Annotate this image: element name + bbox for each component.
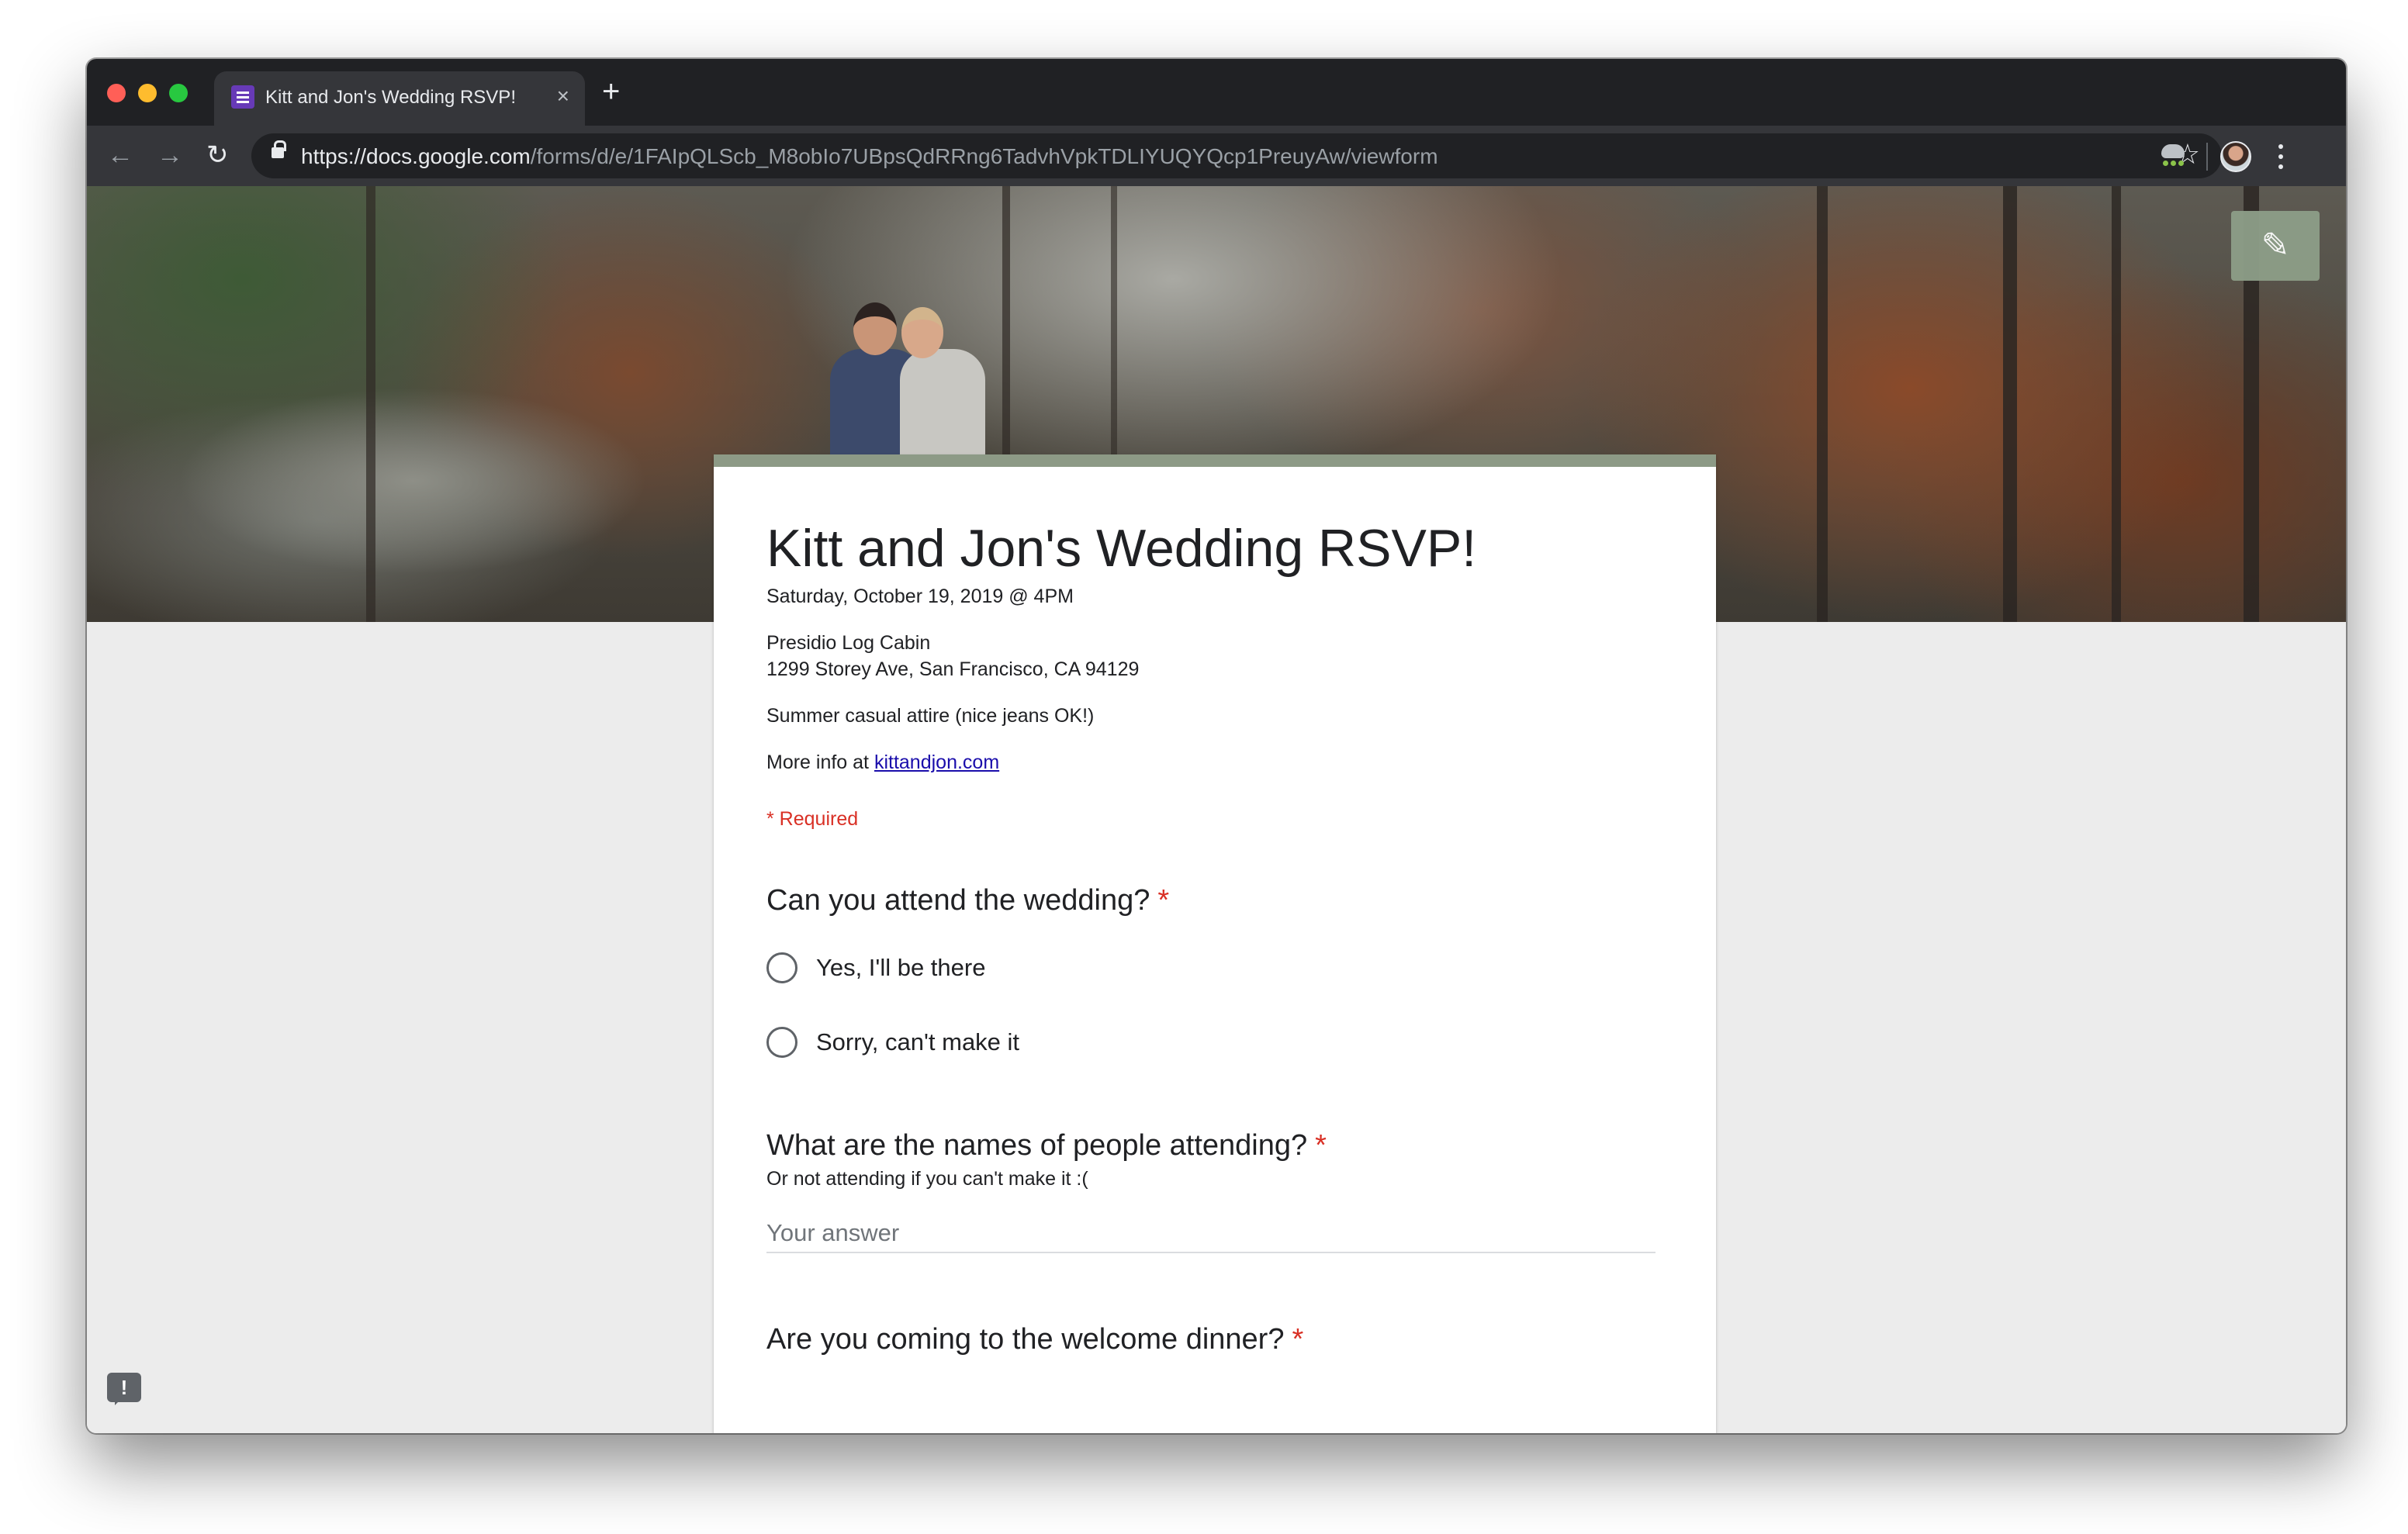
event-date: Saturday, October 19, 2019 @ 4PM	[766, 586, 1074, 607]
radio-button[interactable]	[766, 1027, 797, 1058]
maximize-window-button[interactable]	[169, 84, 188, 102]
toolbar-divider	[2206, 143, 2208, 171]
lock-icon[interactable]	[272, 140, 286, 158]
event-attire: Summer casual attire (nice jeans OK!)	[766, 705, 1095, 727]
form-card: Kitt and Jon's Wedding RSVP! Saturday, O…	[714, 454, 1716, 1433]
event-venue: Presidio Log Cabin	[766, 632, 931, 654]
names-answer-input[interactable]	[766, 1214, 1656, 1253]
extension-cloud-icon[interactable]	[2158, 144, 2189, 168]
forward-button[interactable]: →	[157, 138, 183, 172]
required-note: * Required	[766, 808, 859, 830]
close-window-button[interactable]	[107, 84, 126, 102]
question-help-text: Or not attending if you can't make it :(	[766, 1168, 1088, 1190]
google-forms-icon	[231, 85, 254, 109]
question-welcome-dinner: Are you coming to the welcome dinner? *	[766, 1323, 1304, 1356]
radio-button[interactable]	[766, 952, 797, 983]
tab-strip: Kitt and Jon's Wedding RSVP! × +	[87, 59, 2346, 126]
kebab-menu-icon[interactable]	[2278, 141, 2284, 172]
browser-toolbar: ← → ↻ https://docs.google.com/forms/d/e/…	[87, 126, 2346, 186]
tab-title: Kitt and Jon's Wedding RSVP!	[265, 87, 516, 108]
minimize-window-button[interactable]	[138, 84, 157, 102]
event-address: 1299 Storey Ave, San Francisco, CA 94129	[766, 658, 1140, 680]
feedback-icon[interactable]: !	[107, 1373, 141, 1405]
browser-window: Kitt and Jon's Wedding RSVP! × + ← → ↻ h…	[87, 59, 2346, 1433]
radio-label[interactable]: Sorry, can't make it	[816, 1028, 1019, 1056]
back-button[interactable]: ←	[107, 138, 133, 172]
question-attend: Can you attend the wedding? *	[766, 884, 1170, 917]
form-title: Kitt and Jon's Wedding RSVP!	[766, 519, 1477, 578]
radio-label[interactable]: Yes, I'll be there	[816, 954, 985, 982]
tab-active[interactable]: Kitt and Jon's Wedding RSVP! ×	[214, 71, 585, 126]
question-names: What are the names of people attending? *	[766, 1129, 1327, 1162]
url-text[interactable]: https://docs.google.com/forms/d/e/1FAIpQ…	[301, 144, 1438, 169]
tab-close-icon[interactable]: ×	[557, 84, 569, 109]
edit-button[interactable]: ✎	[2231, 211, 2320, 281]
profile-avatar[interactable]	[2220, 141, 2251, 172]
address-bar[interactable]: https://docs.google.com/forms/d/e/1FAIpQ…	[251, 133, 2222, 178]
new-tab-button[interactable]: +	[602, 74, 620, 109]
page-content: ✎ Kitt and Jon's Wedding RSVP! Saturday,…	[87, 186, 2346, 1433]
reload-button[interactable]: ↻	[206, 138, 229, 172]
couple-photo	[799, 295, 1032, 470]
more-info: More info at kittandjon.com	[766, 751, 1000, 773]
pencil-icon: ✎	[2261, 226, 2290, 264]
more-info-link[interactable]: kittandjon.com	[874, 751, 999, 773]
